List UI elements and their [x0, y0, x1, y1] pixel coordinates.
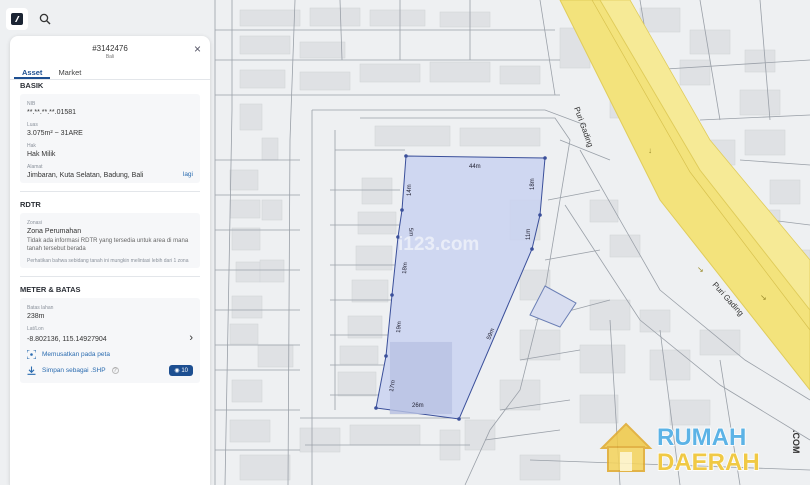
rdtr-info: Tidak ada informasi RDTR yang tersedia u…	[27, 238, 189, 252]
panel-tabs: Asset Market	[10, 66, 210, 80]
chevron-right-icon[interactable]: ›	[189, 332, 193, 344]
zonasi-label: Zonasi	[27, 220, 43, 226]
tab-asset[interactable]: Asset	[14, 66, 51, 79]
zonasi-value: Zona Perumahan	[27, 228, 82, 235]
hak-label: Hak	[27, 143, 36, 149]
alamat-value: Jimbaran, Kuta Selatan, Badung, Bali	[27, 172, 144, 179]
credit-badge[interactable]: ◉ 10	[169, 365, 193, 376]
rdtr-note: Perhatikan bahwa sebidang tanah ini mung…	[27, 258, 189, 264]
asset-region: Bali	[105, 54, 115, 60]
edge-label: 19m	[396, 321, 403, 333]
latlon-row[interactable]: -8.802136, 115.14927904 ›	[27, 332, 193, 344]
section-title: BASIK	[20, 81, 44, 90]
edge-label: 14m	[407, 184, 413, 196]
luas-label: Luas	[27, 122, 38, 128]
section-title: METER & BATAS	[20, 285, 81, 294]
latlon-value: -8.802136, 115.14927904	[27, 335, 107, 343]
app-logo-button[interactable]	[6, 8, 28, 30]
center-map-label: Memusatkan pada peta	[42, 351, 110, 358]
section-meter: METER & BATAS Batas lahan 238m Lat/Lon -…	[10, 277, 210, 383]
panel-header: #3142476 Bali ×	[10, 36, 210, 66]
section-title: RDTR	[20, 200, 41, 209]
watermark-text: i123.com	[398, 234, 479, 255]
road-arrow-icon: ↓	[648, 146, 652, 155]
basik-card: NIB **.**.**.**.01581 Luas 3.075m² ~ 31A…	[20, 94, 200, 183]
center-map-button[interactable]: Memusatkan pada peta	[27, 350, 193, 359]
search-icon	[39, 13, 51, 25]
road-arrow-icon: ↘	[760, 293, 767, 302]
edge-label: 18m	[402, 262, 409, 274]
nib-label: NIB	[27, 101, 36, 107]
more-link[interactable]: lagi	[183, 171, 193, 178]
logo-icon	[11, 13, 23, 25]
close-icon[interactable]: ×	[194, 43, 201, 55]
credit-count: 10	[181, 368, 188, 374]
edge-label: 11m	[526, 229, 532, 240]
luas-value: 3.075m² ~ 31ARE	[27, 130, 83, 137]
asset-panel: #3142476 Bali × Asset Market BASIK NIB *…	[10, 36, 210, 485]
batas-label: Batas lahan	[27, 305, 54, 311]
alamat-row: Jimbaran, Kuta Selatan, Badung, Bali lag…	[27, 170, 193, 179]
crosshair-icon	[27, 350, 36, 359]
tab-market[interactable]: Market	[50, 66, 89, 79]
nib-value: **.**.**.**.01581	[27, 109, 77, 116]
rdtr-card: Zonasi Zona Perumahan Tidak ada informas…	[20, 213, 200, 268]
batas-value: 238m	[27, 313, 45, 320]
asset-id: #3142476	[92, 44, 128, 53]
hak-value: Hak Milik	[27, 151, 56, 158]
meter-card: Batas lahan 238m Lat/Lon -8.802136, 115.…	[20, 298, 200, 383]
brand-suffix: .COM	[791, 430, 801, 454]
search-button[interactable]	[34, 8, 56, 30]
save-shp-label: Simpan sebagai .SHP	[42, 367, 106, 374]
brand-line2: DAERAH	[657, 449, 760, 476]
info-icon[interactable]: ?	[111, 367, 119, 374]
section-basik: BASIK NIB **.**.**.**.01581 Luas 3.075m²…	[10, 80, 210, 183]
section-rdtr: RDTR Zonasi Zona Perumahan Tidak ada inf…	[10, 192, 210, 268]
download-icon	[27, 366, 36, 375]
coin-icon: ◉	[174, 368, 180, 374]
edge-label: 44m	[469, 164, 481, 170]
edge-label: 26m	[412, 403, 424, 409]
save-shp-row: Simpan sebagai .SHP ? ◉ 10	[27, 365, 193, 376]
save-shp-button[interactable]: Simpan sebagai .SHP ?	[27, 366, 119, 375]
brand-line1: RUMAH	[657, 424, 746, 451]
road-arrow-icon: ↘	[697, 265, 704, 274]
edge-label: 18m	[530, 178, 536, 190]
